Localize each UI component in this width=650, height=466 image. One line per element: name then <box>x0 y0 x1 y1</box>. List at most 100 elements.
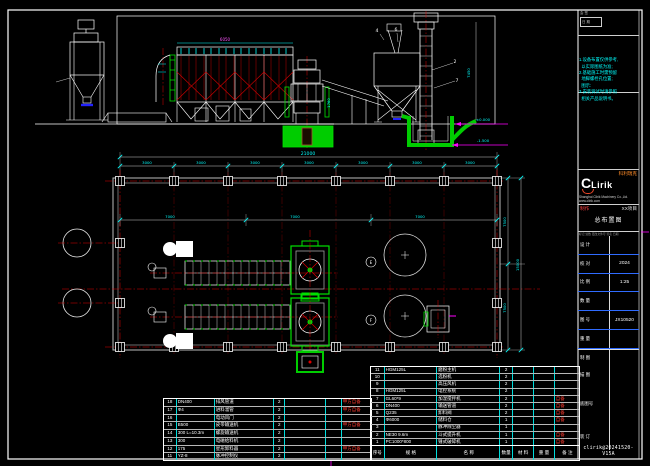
dim-label: 3000 <box>465 160 475 165</box>
table-row: 17 Φ4 进料溜管 2 甲方自备 <box>164 406 371 414</box>
bom-name: 排风管道 <box>215 399 275 406</box>
bom-col5 <box>285 415 326 422</box>
bom-qty: 2 <box>274 415 285 422</box>
title-row: 底图号 <box>578 384 639 424</box>
bom-qty: 2 <box>274 399 285 406</box>
leader-label: 2 <box>454 59 457 65</box>
signoff-mini-table: 会 签 日 期 <box>578 10 639 36</box>
maker-label: 制作 <box>580 206 589 212</box>
title-row: 制 图 <box>578 350 639 367</box>
bom-spec: 175 <box>177 446 215 453</box>
bom-col5 <box>285 407 326 414</box>
bom-spec: 300 <box>177 438 215 445</box>
title-row-label: 比 例 <box>578 274 610 292</box>
bom-qty: 2 <box>274 453 285 460</box>
bom-table-left: 18 DN400 排风管道 2 甲方自备 17 Φ4 进料溜管 2 甲方自备 1… <box>163 398 372 461</box>
bom-table-right: 11 HGM125L 磨粉主机 2 10 选粉机 2 9 <box>370 366 580 461</box>
bom-remark: 甲方自备 <box>342 407 371 414</box>
bom-spec: B500 <box>177 422 215 429</box>
dim-label: 3000 <box>304 160 314 165</box>
project-area: 制作 XX项目 总布置图 <box>578 205 639 232</box>
table-row: 15 B500 皮带输送机 2 甲方自备 <box>164 421 371 429</box>
table-row: 2 NE30 9.6m 斗式提升机 1 自备 <box>371 431 579 438</box>
plan-side-dims: 7500 7500 15000 <box>500 176 525 352</box>
logo-text: Lirik <box>591 180 613 190</box>
bom-header-row: 序号 规 格 名 称 数量 材 料 重 量 备 注 <box>371 445 579 460</box>
signoff-label: 会 签 <box>580 11 637 16</box>
bom-remark: 甲方自备 <box>342 399 371 406</box>
bom-name: 星形卸料器 <box>215 446 275 453</box>
bom-qty: 2 <box>274 438 285 445</box>
title-row-value: JX10520 <box>610 318 639 323</box>
bom-col5 <box>285 422 326 429</box>
title-row-label: 校 对 <box>578 255 610 273</box>
bom-col6 <box>326 399 342 406</box>
bom-name: 螺旋输送机 <box>215 430 275 437</box>
dim-label: 6050 <box>220 37 231 42</box>
dim-label: 7500 <box>502 217 507 227</box>
bom-spec: DN400 <box>177 399 215 406</box>
bom-col5 <box>285 453 326 460</box>
dim-label: 7000 <box>415 214 425 219</box>
table-row: 11 YZ-8 脉冲控制仪 2 <box>164 452 371 460</box>
bom-no: 18 <box>164 399 177 406</box>
bom-spec: Φ4 <box>177 407 215 414</box>
sign-rows: 设 计 校 对 2024 比 例 1:25 数 量 图 号 JX10520 <box>578 236 639 350</box>
table-row: 6 DN400 输送管道 2 自备 <box>371 402 579 409</box>
bom-col5 <box>285 446 326 453</box>
lower-rows: 制 图 描 图 底图号 装 订 <box>578 350 639 450</box>
logo-red-arc-icon <box>582 189 594 194</box>
bom-col5 <box>285 438 326 445</box>
title-row: 图 号 JX10520 <box>578 311 639 330</box>
title-row: 描 图 <box>578 367 639 384</box>
bom-name: 电动风门 <box>215 415 275 422</box>
bom-header: 序号 <box>371 446 385 460</box>
leader-label: 4 <box>376 28 379 34</box>
bom-no: 13 <box>164 438 177 445</box>
plan-silos <box>384 234 426 337</box>
plan-view: 21000 3000 3000 3000 3000 3000 3000 3000 <box>58 151 540 372</box>
plan-fan-circles <box>58 229 118 317</box>
bom-no: 15 <box>164 422 177 429</box>
plan-bucket-elevator <box>424 300 456 338</box>
dim-label: 3000 <box>358 160 368 165</box>
title-row: 比 例 1:25 <box>578 274 639 293</box>
bom-col6 <box>326 430 342 437</box>
drawing-title: 总布置图 <box>578 215 639 224</box>
bom-col6 <box>326 446 342 453</box>
bom-no: 17 <box>164 407 177 414</box>
table-row: 4 Φ6000 储料仓 1 自备 <box>371 416 579 423</box>
title-row-label: 底图号 <box>578 384 610 424</box>
table-row: 8 HGM125L 电控系统 2 <box>371 388 579 395</box>
level-label: -1.500 <box>477 138 490 143</box>
bom-remark <box>342 415 371 422</box>
dim-label: 3000 <box>412 160 422 165</box>
table-row: 12 175 星形卸料器 2 甲方自备 <box>164 445 371 453</box>
screw-conveyor-elevation <box>102 113 172 122</box>
table-row: 16 电动风门 2 <box>164 414 371 422</box>
bom-qty: 2 <box>274 446 285 453</box>
bom-no: 14 <box>164 430 177 437</box>
axis-bubble-label: F <box>370 318 373 323</box>
bom-qty: 2 <box>274 430 285 437</box>
company-site: www.clirik.com <box>579 199 638 203</box>
project-name: XX项目 <box>622 206 637 212</box>
bom-header: 备 注 <box>555 446 579 460</box>
bom-col6 <box>326 422 342 429</box>
dim-label: 7000 <box>165 214 175 219</box>
title-row-label: 数 量 <box>578 292 610 310</box>
bom-name: 脉冲控制仪 <box>215 453 275 460</box>
leader-label: 6 <box>395 27 398 33</box>
bom-no: 16 <box>164 415 177 422</box>
bom-remark <box>342 438 371 445</box>
bom-no: 12 <box>164 446 177 453</box>
title-row-label: 设 计 <box>578 236 610 254</box>
table-row: 10 选粉机 2 <box>371 373 579 380</box>
title-row: 设 计 <box>578 236 639 255</box>
plan-mid-dims: 7000 7000 7000 <box>118 214 499 226</box>
plan-mills <box>291 230 329 352</box>
plan-axis-bubbles: E F <box>366 257 376 325</box>
drawing-code: clirik@20241520-V15A <box>578 445 639 457</box>
plan-filter-train-1 <box>148 241 338 285</box>
leader-label: 7 <box>456 78 459 84</box>
